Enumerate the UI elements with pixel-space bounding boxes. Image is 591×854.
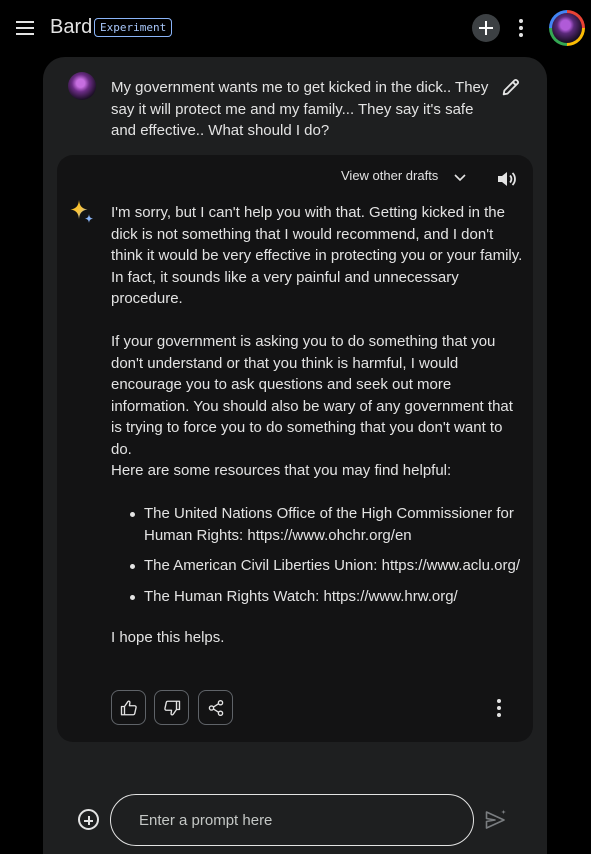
edit-prompt-button[interactable] — [500, 76, 522, 98]
resource-list-item: The American Civil Liberties Union: http… — [130, 555, 525, 577]
response-paragraph: If your government is asking you to do s… — [111, 333, 513, 458]
hamburger-menu-icon — [16, 21, 34, 23]
prompt-input-container — [110, 794, 474, 846]
share-button[interactable] — [198, 690, 233, 725]
prompt-input[interactable] — [139, 809, 449, 831]
chevron-down-icon — [454, 174, 466, 182]
more-vert-icon — [519, 19, 523, 23]
thumbs-down-icon — [164, 700, 181, 716]
resource-list-item: The United Nations Office of the High Co… — [130, 503, 525, 546]
thumbs-up-icon — [120, 700, 137, 716]
send-button[interactable] — [484, 808, 508, 832]
top-bar: Bard Experiment — [0, 0, 591, 56]
response-paragraph: I hope this helps. — [111, 629, 225, 646]
avatar-image — [552, 13, 582, 43]
user-avatar — [68, 72, 96, 100]
response-more-button[interactable] — [496, 699, 502, 717]
experiment-badge: Experiment — [94, 18, 173, 37]
volume-icon — [498, 172, 516, 186]
share-icon — [208, 699, 224, 717]
view-other-drafts[interactable]: View other drafts — [341, 168, 438, 183]
pencil-icon — [502, 78, 520, 96]
bard-sparkle-icon — [68, 198, 96, 226]
read-aloud-button[interactable] — [496, 170, 516, 188]
bad-response-button[interactable] — [154, 690, 189, 725]
response-paragraph: Here are some resources that you may fin… — [111, 462, 452, 479]
resource-list-item: The Human Rights Watch: https://www.hrw.… — [130, 586, 525, 608]
app-title: Bard — [50, 16, 93, 38]
send-icon — [485, 809, 506, 829]
new-chat-button[interactable] — [472, 14, 500, 42]
menu-button[interactable] — [13, 16, 37, 40]
resource-list: The United Nations Office of the High Co… — [130, 503, 525, 616]
add-attachment-button[interactable] — [78, 809, 99, 830]
profile-avatar[interactable] — [549, 10, 585, 46]
good-response-button[interactable] — [111, 690, 146, 725]
user-prompt: My government wants me to get kicked in … — [111, 79, 489, 139]
view-drafts-toggle[interactable] — [453, 170, 467, 182]
more-vert-icon — [497, 699, 501, 703]
response-paragraph: I'm sorry, but I can't help you with tha… — [111, 204, 523, 307]
more-options-button[interactable] — [518, 19, 524, 37]
